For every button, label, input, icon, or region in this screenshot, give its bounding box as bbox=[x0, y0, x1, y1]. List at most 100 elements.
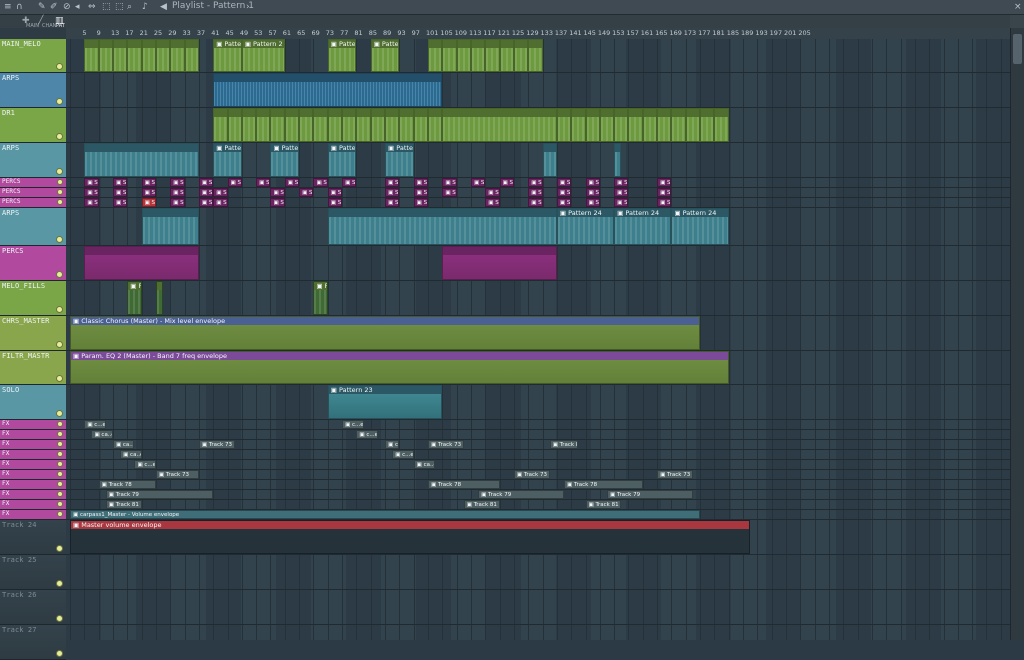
audio-clip[interactable]: ▣ ca..er bbox=[112, 440, 135, 449]
track-enable-toggle[interactable] bbox=[56, 580, 63, 587]
pattern-clip[interactable] bbox=[241, 108, 257, 142]
pattern-clip[interactable] bbox=[442, 39, 457, 72]
track-header[interactable]: PERCS bbox=[0, 188, 66, 198]
pattern-clip[interactable]: ▣ Pattern 24 bbox=[614, 208, 672, 245]
pattern-clip[interactable] bbox=[313, 108, 328, 142]
pattern-clip[interactable]: ▣ S..2 bbox=[528, 188, 543, 197]
delete-icon[interactable]: ⊘ bbox=[63, 2, 71, 12]
pattern-clip[interactable] bbox=[284, 108, 300, 142]
pattern-clip[interactable]: ▣ S..2 bbox=[413, 178, 428, 187]
pattern-clip[interactable] bbox=[442, 246, 557, 280]
audio-clip[interactable]: ▣ c...er bbox=[342, 420, 364, 429]
pattern-clip[interactable]: ▣ S..y bbox=[198, 198, 214, 207]
pattern-clip[interactable] bbox=[213, 108, 228, 142]
pattern-clip[interactable] bbox=[671, 108, 686, 142]
pattern-clip[interactable]: ▣ S..y bbox=[442, 178, 457, 187]
audio-clip[interactable]: ▣ Track 78 bbox=[564, 480, 643, 489]
speaker-icon[interactable]: ♪ bbox=[142, 2, 148, 12]
track-enable-toggle[interactable] bbox=[57, 471, 63, 477]
track-header[interactable]: FX bbox=[0, 500, 66, 510]
pattern-clip[interactable]: ▣ Pattern 3 bbox=[370, 39, 400, 72]
audio-clip[interactable]: ▣ ca..er bbox=[91, 430, 113, 439]
track-enable-toggle[interactable] bbox=[56, 545, 63, 552]
track-enable-toggle[interactable] bbox=[57, 501, 63, 507]
pattern-clip[interactable] bbox=[571, 108, 586, 142]
track-header[interactable]: ARPS bbox=[0, 73, 66, 108]
track-enable-toggle[interactable] bbox=[56, 341, 63, 348]
audio-clip[interactable]: ▣ ca..er bbox=[413, 460, 436, 469]
audio-clip[interactable]: ▣ c...er bbox=[356, 430, 378, 439]
pattern-clip[interactable]: ▣ S..2 bbox=[299, 188, 314, 197]
pattern-clip[interactable]: ▣ S..y bbox=[256, 178, 271, 187]
pattern-clip[interactable] bbox=[256, 108, 271, 142]
pattern-clip[interactable] bbox=[112, 39, 128, 72]
track-header[interactable]: Track 24 bbox=[0, 520, 66, 555]
pattern-clip[interactable] bbox=[141, 39, 156, 72]
track-header[interactable]: CHRS_MASTER bbox=[0, 316, 66, 351]
audio-clip[interactable]: ▣ Track 79 bbox=[607, 490, 693, 499]
pattern-clip[interactable]: ▣ S..2 bbox=[585, 198, 600, 207]
track-enable-toggle[interactable] bbox=[57, 491, 63, 497]
pattern-clip[interactable] bbox=[499, 39, 514, 72]
pattern-clip[interactable] bbox=[327, 108, 343, 142]
audio-clip[interactable]: ▣ Track 81 bbox=[585, 500, 622, 509]
pattern-clip[interactable]: ▣ S..y bbox=[614, 178, 629, 187]
pattern-clip[interactable]: ▣ S..y bbox=[614, 188, 629, 197]
pattern-clip[interactable] bbox=[556, 108, 572, 142]
track-enable-toggle[interactable] bbox=[56, 410, 63, 417]
track-enable-toggle[interactable] bbox=[56, 615, 63, 622]
pattern-clip[interactable] bbox=[385, 108, 400, 142]
slip-icon[interactable]: ⇔ bbox=[88, 2, 96, 12]
pattern-clip[interactable] bbox=[299, 108, 314, 142]
envelope-clip[interactable]: ▣ carpass1_Master - Volume envelope bbox=[70, 510, 701, 519]
track-enable-toggle[interactable] bbox=[57, 431, 63, 437]
pattern-clip[interactable] bbox=[628, 108, 643, 142]
track-header[interactable]: PERCS bbox=[0, 246, 66, 281]
track-header[interactable]: Track 26 bbox=[0, 590, 66, 625]
pattern-clip[interactable]: ▣ S..y bbox=[499, 178, 514, 187]
pattern-clip[interactable]: ▣ S..y bbox=[327, 188, 343, 197]
track-header[interactable]: ARPS bbox=[0, 143, 66, 178]
pattern-clip[interactable]: ▣ S..y bbox=[141, 198, 156, 207]
zoom-icon[interactable]: ⌕ bbox=[127, 2, 132, 12]
pattern-clip[interactable]: ▣ Patter bbox=[270, 143, 300, 177]
pattern-clip[interactable]: ▣ S..y bbox=[556, 198, 572, 207]
pattern-clip[interactable] bbox=[428, 39, 443, 72]
audio-clip[interactable]: ▣ Track 78 bbox=[98, 480, 156, 489]
pattern-clip[interactable]: ▣ Patter bbox=[385, 143, 414, 177]
pattern-clip[interactable]: ▣ S..y bbox=[556, 188, 572, 197]
pattern-clip[interactable] bbox=[342, 108, 357, 142]
track-enable-toggle[interactable] bbox=[56, 650, 63, 657]
track-enable-toggle[interactable] bbox=[56, 375, 63, 382]
pattern-clip[interactable]: ▣ S..2 bbox=[112, 198, 128, 207]
track-enable-toggle[interactable] bbox=[57, 441, 63, 447]
track-enable-toggle[interactable] bbox=[56, 306, 63, 313]
track-enable-toggle[interactable] bbox=[57, 179, 63, 185]
pattern-clip[interactable] bbox=[428, 108, 443, 142]
audio-clip[interactable]: ▣ Track 81 bbox=[105, 500, 142, 509]
track-header[interactable]: FX bbox=[0, 470, 66, 480]
pattern-clip[interactable]: ▣ S..2 bbox=[170, 188, 185, 197]
pattern-clip[interactable] bbox=[127, 39, 142, 72]
pattern-clip[interactable] bbox=[155, 39, 171, 72]
track-header[interactable]: PERCS bbox=[0, 198, 66, 208]
track-header[interactable]: FX bbox=[0, 510, 66, 520]
track-header[interactable]: FILTR_MASTR bbox=[0, 351, 66, 385]
pattern-clip[interactable]: ▣ S..2 bbox=[657, 178, 672, 187]
pattern-clip[interactable] bbox=[84, 246, 199, 280]
pattern-clip[interactable]: ▣ S..y bbox=[614, 198, 629, 207]
magnet-icon[interactable]: ∩ bbox=[16, 2, 23, 12]
track-enable-toggle[interactable] bbox=[56, 168, 63, 175]
pattern-clip[interactable]: ▣ Pa bbox=[127, 281, 142, 315]
pattern-clip[interactable] bbox=[399, 108, 414, 142]
select-icon[interactable]: ⬚ bbox=[102, 2, 111, 12]
arrow-left-icon[interactable]: ◀ bbox=[160, 2, 167, 12]
pattern-clip[interactable]: ▣ S..y bbox=[198, 188, 214, 197]
pattern-clip[interactable] bbox=[84, 39, 99, 72]
audio-clip[interactable]: ▣ c...er bbox=[392, 450, 414, 459]
pattern-clip[interactable]: ▣ Pattern 24 bbox=[556, 208, 615, 245]
track-enable-toggle[interactable] bbox=[56, 98, 63, 105]
pattern-clip[interactable] bbox=[470, 39, 486, 72]
pattern-clip[interactable]: ▣ S..2 bbox=[227, 178, 242, 187]
pattern-clip[interactable] bbox=[141, 208, 199, 245]
